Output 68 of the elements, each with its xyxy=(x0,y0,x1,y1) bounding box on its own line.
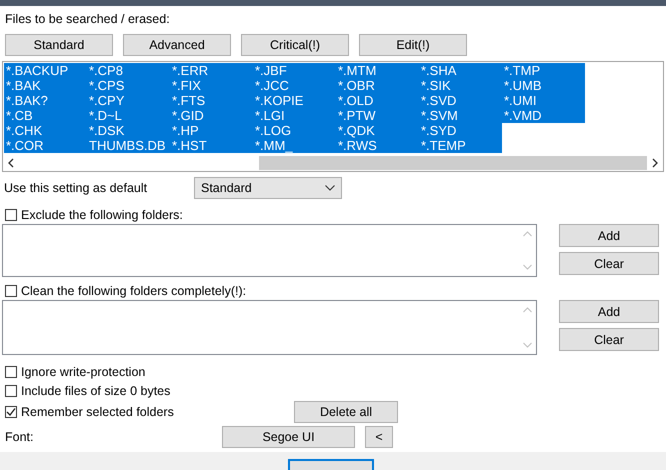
list-item[interactable]: *.HST xyxy=(170,138,253,153)
checkbox-label: Ignore write-protection xyxy=(21,364,146,378)
scrollbar-thumb[interactable] xyxy=(259,156,647,170)
list-item[interactable]: *.MTM xyxy=(336,63,419,78)
preset-button[interactable]: Advanced xyxy=(123,34,231,56)
list-item[interactable]: *.UMI xyxy=(502,93,585,108)
list-item[interactable]: *.MM_ xyxy=(253,138,336,153)
list-item[interactable]: *.FIX xyxy=(170,78,253,93)
checkbox[interactable] xyxy=(5,208,17,220)
list-item[interactable]: *.BAK xyxy=(4,78,87,93)
font-button[interactable]: Segoe UI xyxy=(222,426,355,448)
list-item[interactable]: *.LOG xyxy=(253,123,336,138)
clear-button[interactable]: Clear xyxy=(559,328,659,351)
checkbox-label: Exclude the following folders: xyxy=(21,208,183,222)
list-item[interactable]: *.CHK xyxy=(4,123,87,138)
checkbox-label: Clean the following folders completely(!): xyxy=(21,284,246,298)
preset-button[interactable]: Edit(!) xyxy=(359,34,467,56)
list-item[interactable]: *.OLD xyxy=(336,93,419,108)
checkbox-label: Include files of size 0 bytes xyxy=(21,384,170,398)
list-item[interactable]: *.BACKUP xyxy=(4,63,87,78)
list-item[interactable]: *.JBF xyxy=(253,63,336,78)
add-button[interactable]: Add xyxy=(559,224,659,247)
list-item[interactable]: *.SVD xyxy=(419,93,502,108)
section-label: Files to be searched / erased: xyxy=(4,11,171,27)
file-list[interactable] xyxy=(2,61,664,172)
list-item[interactable]: *.SHA xyxy=(419,63,502,78)
clear-button[interactable]: Clear xyxy=(559,252,659,275)
list-item[interactable]: *.DSK xyxy=(87,123,170,138)
list-item[interactable]: *.TMP xyxy=(502,63,585,78)
list-item[interactable]: *.PTW xyxy=(336,108,419,123)
list-item[interactable]: *.BAK? xyxy=(4,93,87,108)
delete-all-button[interactable]: Delete all xyxy=(294,401,398,423)
preset-button[interactable]: Standard xyxy=(5,34,113,56)
add-button[interactable]: Add xyxy=(559,300,659,323)
list-item[interactable]: *.D~L xyxy=(87,108,170,123)
field-label: Use this setting as default xyxy=(4,181,148,195)
list-item[interactable]: *.GID xyxy=(170,108,253,123)
list-item[interactable]: *.ERR xyxy=(170,63,253,78)
list-item[interactable]: *.QDK xyxy=(336,123,419,138)
checkbox[interactable] xyxy=(5,406,17,418)
list-item[interactable]: *.CP8 xyxy=(87,63,170,78)
preset-button[interactable]: Critical(!) xyxy=(241,34,349,56)
list-item[interactable]: *.SIK xyxy=(419,78,502,93)
list-item[interactable]: *.OBR xyxy=(336,78,419,93)
list-item[interactable]: *.COR xyxy=(4,138,87,153)
chevron-down-icon xyxy=(325,185,335,191)
checkbox[interactable] xyxy=(5,384,17,396)
list-item[interactable]: *.HP xyxy=(170,123,253,138)
list-item[interactable]: *.CB xyxy=(4,108,87,123)
list-item[interactable]: *.SYD xyxy=(419,123,502,138)
list-item[interactable]: *.UMB xyxy=(502,78,585,93)
list-item[interactable]: *.JCC xyxy=(253,78,336,93)
list-item[interactable]: *.LGI xyxy=(253,108,336,123)
list-item[interactable]: THUMBS.DB xyxy=(87,138,170,153)
field-label: Font: xyxy=(5,430,34,444)
list-item[interactable]: *.VMD xyxy=(502,108,585,123)
list-item[interactable]: *.KOPIE xyxy=(253,93,336,108)
list-item[interactable]: *.SVM xyxy=(419,108,502,123)
list-item[interactable]: *.CPY xyxy=(87,93,170,108)
checkbox[interactable] xyxy=(5,284,17,296)
checkbox-label: Remember selected folders xyxy=(21,405,174,419)
list-item[interactable]: *.CPS xyxy=(87,78,170,93)
list-item[interactable]: *.RWS xyxy=(336,138,419,153)
font-reset-button[interactable]: < xyxy=(365,426,393,448)
checkbox[interactable] xyxy=(5,366,17,378)
default-dropdown[interactable]: Standard xyxy=(194,177,342,199)
list-item[interactable]: *.FTS xyxy=(170,93,253,108)
list-item[interactable]: *.TEMP xyxy=(419,138,502,153)
